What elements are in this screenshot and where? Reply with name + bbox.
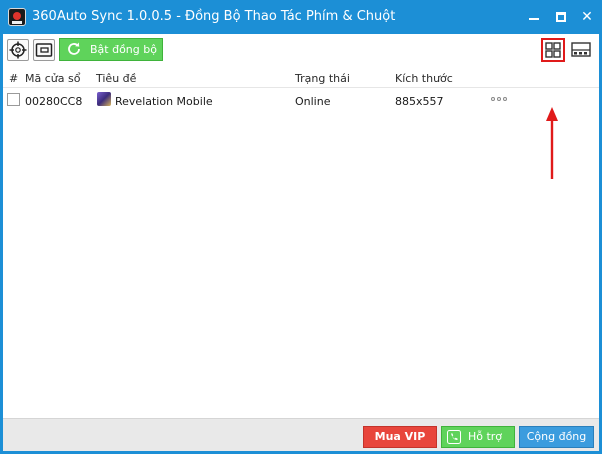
layout-view-button[interactable] <box>569 38 593 62</box>
status-cell: Online <box>295 95 331 108</box>
main-panel: Bật đồng bộ # Mã cửa sổ Tiêu đề Trạng th… <box>3 34 599 451</box>
layout-view-icon <box>571 42 591 57</box>
window-title-cell: Revelation Mobile <box>115 95 213 108</box>
sync-toggle-button[interactable]: Bật đồng bộ <box>59 38 163 61</box>
close-button[interactable]: ✕ <box>574 5 600 29</box>
more-options-icon[interactable] <box>491 97 509 103</box>
window-select-button[interactable] <box>33 39 55 61</box>
close-icon: ✕ <box>581 9 593 25</box>
crosshair-icon <box>9 41 27 59</box>
column-header-size[interactable]: Kích thước <box>395 72 453 85</box>
toolbar: Bật đồng bộ <box>3 34 599 66</box>
column-header-window-id[interactable]: Mã cửa sổ <box>25 72 80 85</box>
refresh-icon <box>68 42 80 55</box>
footer-bar: Mua VIP Hỗ trợ Cộng đồng <box>3 418 599 451</box>
maximize-icon <box>556 12 566 22</box>
grid-view-icon <box>545 42 561 58</box>
phone-icon <box>447 430 461 444</box>
window-title: 360Auto Sync 1.0.0.5 - Đồng Bộ Thao Tác … <box>32 9 396 24</box>
table-row[interactable]: 00280CC8 Revelation Mobile Online 885x55… <box>3 90 599 112</box>
grid-view-button[interactable] <box>541 38 565 62</box>
size-cell: 885x557 <box>395 95 444 108</box>
buy-vip-button[interactable]: Mua VIP <box>363 426 437 448</box>
logo-bar <box>12 21 22 24</box>
row-checkbox[interactable] <box>7 93 20 106</box>
annotation-arrow-icon <box>546 107 558 179</box>
table-header: # Mã cửa sổ Tiêu đề Trạng thái Kích thướ… <box>3 68 599 88</box>
support-label: Hỗ trợ <box>467 430 503 443</box>
community-button[interactable]: Cộng đồng <box>519 426 594 448</box>
title-bar[interactable]: 360Auto Sync 1.0.0.5 - Đồng Bộ Thao Tác … <box>0 0 602 34</box>
window-icon <box>35 43 53 57</box>
sync-label: Bật đồng bộ <box>90 43 157 56</box>
crosshair-button[interactable] <box>7 39 29 61</box>
column-header-title[interactable]: Tiêu đề <box>96 72 136 85</box>
window-id-cell: 00280CC8 <box>25 95 83 108</box>
support-button[interactable]: Hỗ trợ <box>441 426 515 448</box>
minimize-icon <box>529 18 539 20</box>
logo-dot <box>13 12 21 20</box>
minimize-button[interactable] <box>521 5 547 29</box>
app-logo-icon <box>8 8 26 26</box>
column-header-status[interactable]: Trạng thái <box>295 72 350 85</box>
maximize-button[interactable] <box>548 5 574 29</box>
app-window: 360Auto Sync 1.0.0.5 - Đồng Bộ Thao Tác … <box>0 0 602 454</box>
game-icon <box>97 92 111 106</box>
column-header-number[interactable]: # <box>9 72 18 85</box>
